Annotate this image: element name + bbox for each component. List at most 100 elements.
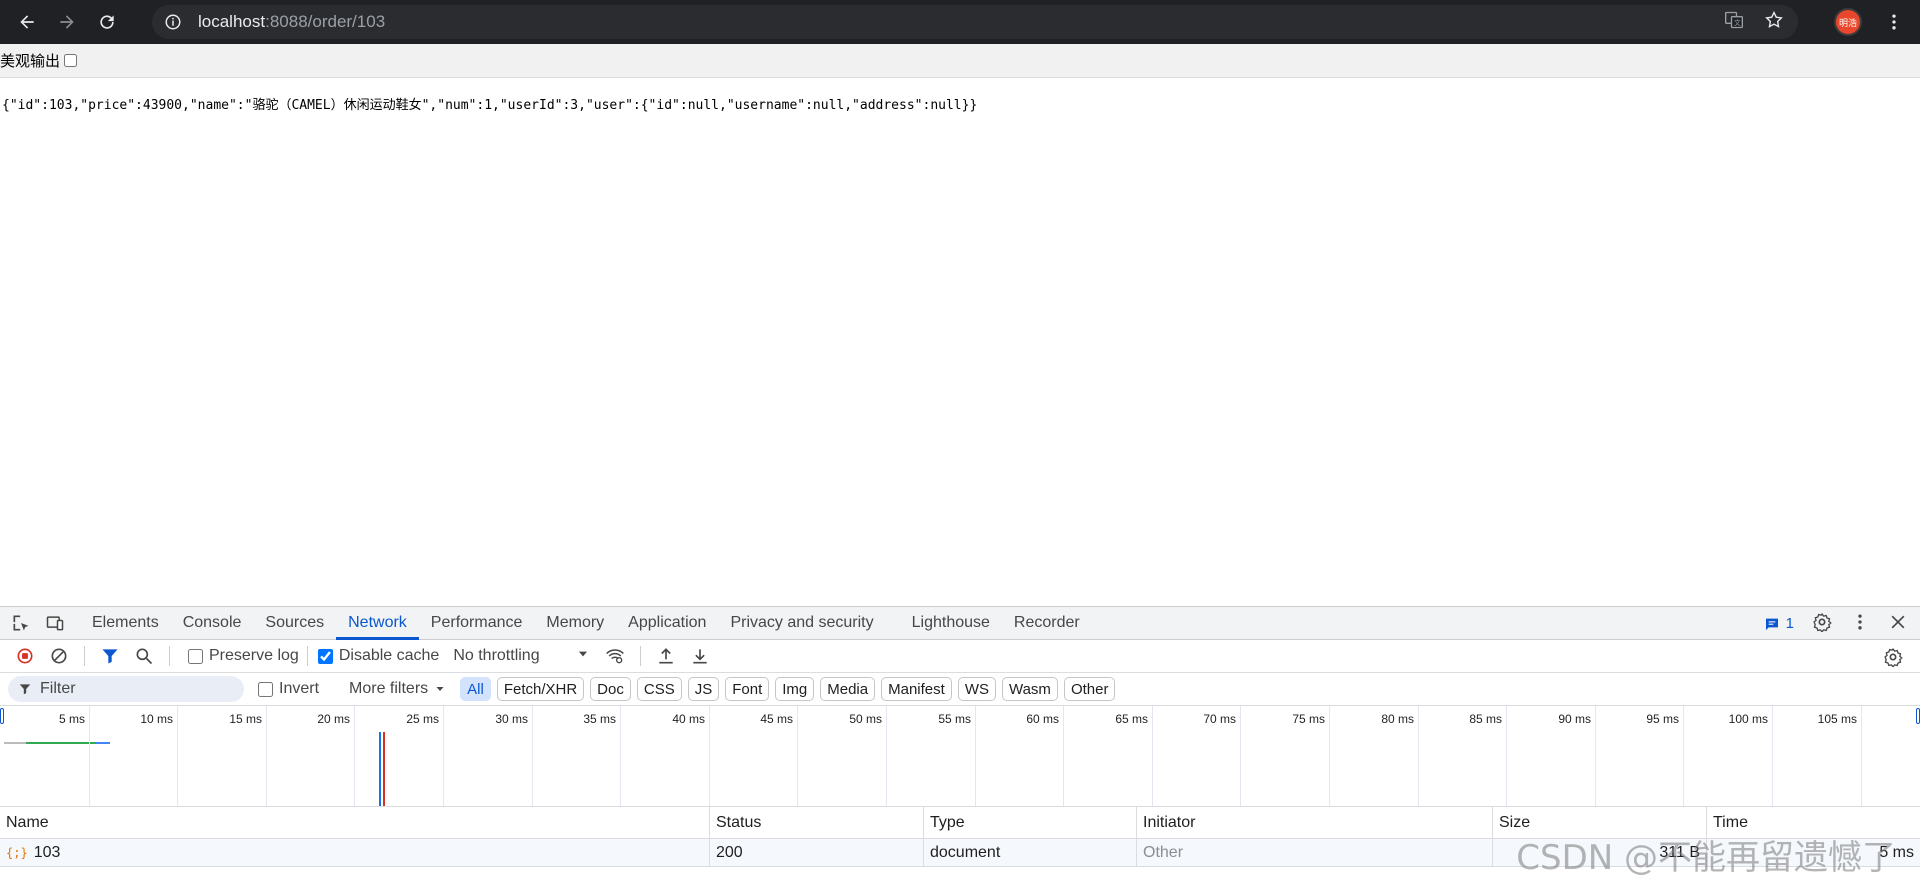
disable-cache-toggle[interactable]: Disable cache	[317, 647, 440, 665]
tab-elements[interactable]: Elements	[80, 607, 171, 640]
request-initiator: Other	[1137, 839, 1493, 866]
devtools-panel: Elements Console Sources Network Perform…	[0, 606, 1920, 889]
timeline-tick-label: 90 ms	[1558, 712, 1591, 726]
timeline-gridline	[1683, 706, 1684, 806]
forward-icon[interactable]	[49, 4, 85, 40]
throttling-select[interactable]: No throttling	[453, 647, 589, 666]
timeline-gridline	[1329, 706, 1330, 806]
pretty-print-toggle[interactable]: 美观输出	[0, 50, 78, 71]
toolbar-divider	[84, 646, 85, 666]
timeline-tick-label: 45 ms	[760, 712, 793, 726]
timeline-gridline	[886, 706, 887, 806]
filter-chip-img[interactable]: Img	[775, 677, 815, 701]
timeline-gridline	[1861, 706, 1862, 806]
disable-cache-label: Disable cache	[338, 647, 440, 664]
timeline-bar-waiting	[26, 742, 96, 744]
export-har-icon[interactable]	[683, 641, 717, 671]
disable-cache-checkbox[interactable]	[317, 648, 333, 664]
filter-chip-media[interactable]: Media	[820, 677, 876, 701]
import-har-icon[interactable]	[649, 641, 683, 671]
watermark-text: CSDN @不能再留遗憾了	[1516, 838, 1896, 878]
dom-content-loaded-marker	[379, 732, 381, 806]
tab-application[interactable]: Application	[616, 607, 718, 640]
address-bar[interactable]: localhost:8088/order/103 文	[152, 5, 1798, 39]
settings-gear-icon[interactable]	[1812, 612, 1832, 636]
column-header-name[interactable]: Name	[0, 807, 710, 838]
filter-funnel-icon[interactable]	[93, 641, 127, 671]
record-stop-icon[interactable]	[8, 641, 42, 671]
close-devtools-icon[interactable]	[1888, 612, 1908, 636]
timeline-gridline	[177, 706, 178, 806]
inspect-element-icon[interactable]	[4, 608, 38, 638]
issues-badge[interactable]: 1	[1764, 615, 1794, 632]
network-toolbar: Preserve log Disable cache No throttling	[0, 640, 1920, 673]
filter-chip-wasm[interactable]: Wasm	[1001, 677, 1058, 701]
filter-chip-fetch-xhr[interactable]: Fetch/XHR	[496, 677, 585, 701]
profile-avatar[interactable]: 明浩	[1834, 8, 1862, 36]
timeline-gridline	[1240, 706, 1241, 806]
json-output: {"id":103,"price":43900,"name":"骆驼（CAMEL…	[2, 98, 978, 113]
timeline-gridline	[354, 706, 355, 806]
network-conditions-icon[interactable]	[598, 641, 632, 671]
timeline-left-handle[interactable]	[0, 708, 4, 724]
invert-checkbox[interactable]	[258, 681, 273, 697]
bookmark-star-icon[interactable]	[1764, 10, 1784, 35]
filter-chip-all[interactable]: All	[460, 677, 491, 701]
device-toolbar-icon[interactable]	[38, 608, 72, 638]
tab-network[interactable]: Network	[336, 607, 419, 640]
filter-chip-font[interactable]: Font	[725, 677, 770, 701]
back-icon[interactable]	[9, 4, 45, 40]
filter-input[interactable]: Filter	[8, 676, 244, 702]
pretty-print-checkbox[interactable]	[64, 54, 78, 67]
preserve-log-checkbox[interactable]	[188, 648, 203, 664]
preserve-log-label: Preserve log	[209, 647, 299, 664]
timeline-gridline	[89, 706, 90, 806]
network-overview-timeline[interactable]: 5 ms 10 ms 15 ms 20 ms 25 ms 30 ms 35 ms 40 ms 4…	[0, 706, 1920, 807]
more-options-icon[interactable]	[1850, 612, 1870, 636]
timeline-gridline	[975, 706, 976, 806]
search-icon[interactable]	[127, 641, 161, 671]
request-name-cell[interactable]: {;} 103	[0, 839, 710, 866]
url-text[interactable]: localhost:8088/order/103	[198, 12, 385, 32]
filter-icon	[19, 684, 31, 695]
filter-chip-ws[interactable]: WS	[957, 677, 996, 701]
filter-placeholder: Filter	[40, 680, 76, 697]
browser-menu-icon[interactable]	[1880, 8, 1908, 36]
filter-chip-other[interactable]: Other	[1063, 677, 1116, 701]
site-info-icon[interactable]	[158, 7, 188, 37]
tab-privacy-security[interactable]: Privacy and security	[718, 607, 885, 640]
filter-chip-doc[interactable]: Doc	[590, 677, 631, 701]
filter-chip-css[interactable]: CSS	[636, 677, 682, 701]
timeline-tick-label: 100 ms	[1728, 712, 1768, 726]
network-settings-icon[interactable]	[1876, 642, 1910, 672]
column-header-initiator[interactable]: Initiator	[1137, 807, 1493, 838]
timeline-gridline	[797, 706, 798, 806]
column-header-type[interactable]: Type	[924, 807, 1137, 838]
timeline-gridline	[1063, 706, 1064, 806]
url-path: :8088/order/103	[265, 12, 386, 31]
preserve-log-toggle[interactable]: Preserve log	[188, 647, 299, 665]
translate-icon[interactable]: 文	[1724, 10, 1744, 35]
column-header-status[interactable]: Status	[710, 807, 924, 838]
devtools-tab-bar: Elements Console Sources Network Perform…	[0, 607, 1920, 640]
tab-sources[interactable]: Sources	[253, 607, 336, 640]
timeline-bar-download	[96, 742, 110, 744]
timeline-gridline	[709, 706, 710, 806]
timeline-gridline	[532, 706, 533, 806]
tab-recorder[interactable]: Recorder	[1002, 607, 1092, 640]
tab-performance[interactable]: Performance	[419, 607, 535, 640]
document-icon: {;}	[6, 845, 28, 860]
timeline-gridline	[1595, 706, 1596, 806]
more-filters-dropdown[interactable]: More filters	[349, 680, 446, 698]
reload-icon[interactable]	[89, 4, 125, 40]
timeline-gridline	[266, 706, 267, 806]
request-status: 200	[710, 839, 924, 866]
tab-console[interactable]: Console	[171, 607, 254, 640]
filter-chip-js[interactable]: JS	[687, 677, 720, 701]
request-name: 103	[33, 843, 61, 861]
tab-memory[interactable]: Memory	[534, 607, 616, 640]
tab-lighthouse[interactable]: Lighthouse	[900, 607, 1002, 640]
clear-icon[interactable]	[42, 641, 76, 671]
filter-chip-manifest[interactable]: Manifest	[881, 677, 952, 701]
invert-toggle[interactable]: Invert	[258, 680, 319, 698]
